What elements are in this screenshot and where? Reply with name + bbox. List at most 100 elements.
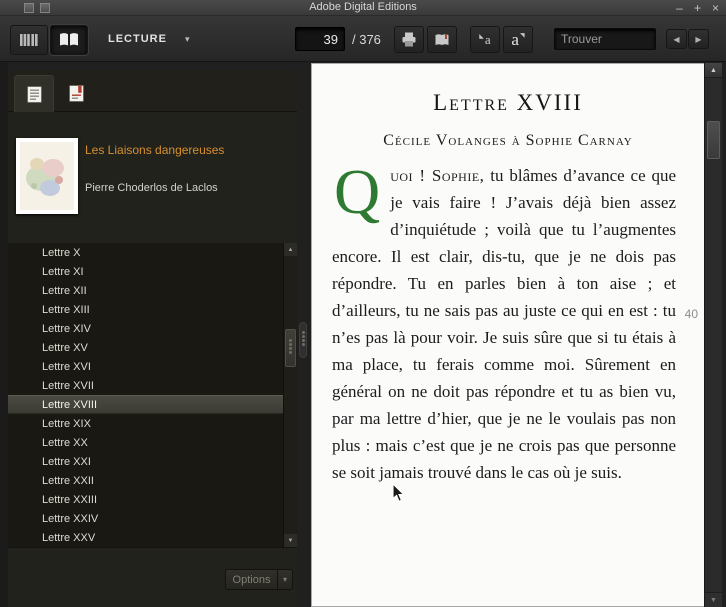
dropcap-letter: Q xyxy=(334,156,381,227)
tab-table-of-contents[interactable] xyxy=(14,75,54,112)
toc-item-label: Lettre X xyxy=(42,246,81,259)
toc-item[interactable]: Lettre XXI xyxy=(8,452,283,471)
chevron-down-icon: ▾ xyxy=(184,33,190,44)
bookmark-button[interactable] xyxy=(427,26,457,53)
page-total-label: / 376 xyxy=(352,31,381,47)
adobe-digital-editions-window: Adobe Digital Editions – + × LECTURE ▾ 3… xyxy=(0,0,726,607)
increase-arrow-icon: ◥ xyxy=(519,33,525,39)
book-bookmark-icon xyxy=(435,33,449,45)
tab-bookmarks[interactable] xyxy=(56,75,96,112)
toc-scroll-down-button[interactable]: ▼ xyxy=(284,534,297,547)
page-scrollbar[interactable]: ▲ ▼ xyxy=(704,63,722,607)
toc-item[interactable]: Lettre XXIII xyxy=(8,490,283,509)
toc-item[interactable]: Lettre XX xyxy=(8,433,283,452)
opening-smallcaps: uoi ! Sophie, xyxy=(390,166,485,185)
grip-dots-icon xyxy=(289,346,292,350)
toc-item[interactable]: Lettre XIII xyxy=(8,300,283,319)
toc-panel: Lettre X Lettre XI Lettre XII Lettre XII… xyxy=(8,243,297,547)
toc-item-label: Lettre XVIII xyxy=(42,398,98,411)
toc-scrollbar-thumb[interactable] xyxy=(285,329,296,367)
window-title: Adobe Digital Editions xyxy=(309,1,417,13)
bookmark-page-icon xyxy=(68,85,84,102)
toc-item[interactable]: Lettre XV xyxy=(8,338,283,357)
toc-item[interactable]: Lettre XII xyxy=(8,281,283,300)
book-author: Pierre Choderlos de Laclos xyxy=(85,182,218,194)
left-arrow-icon: ◀ xyxy=(673,34,680,44)
page-scroll-down-button[interactable]: ▼ xyxy=(705,592,722,607)
toc-item[interactable]: Lettre XIX xyxy=(8,414,283,433)
toc-item-label: Lettre XIX xyxy=(42,417,91,430)
toc-item[interactable]: Lettre XXII xyxy=(8,471,283,490)
panel-splitter[interactable] xyxy=(297,70,311,607)
toc-item[interactable]: Lettre X xyxy=(8,243,283,262)
page-scrollbar-thumb[interactable] xyxy=(707,121,720,159)
page-number: 40 xyxy=(684,307,698,321)
toc-item[interactable]: Lettre XXIV xyxy=(8,509,283,528)
toc-item-label: Lettre XXII xyxy=(42,474,94,487)
print-button[interactable] xyxy=(394,26,424,53)
toc-item[interactable]: Lettre XVI xyxy=(8,357,283,376)
toc-item-label: Lettre XI xyxy=(42,265,84,278)
decrease-font-button[interactable]: ◣ a xyxy=(470,26,500,53)
toc-item-label: Lettre XIV xyxy=(42,322,91,335)
toc-item-label: Lettre XX xyxy=(42,436,88,449)
options-button[interactable]: Options ▾ xyxy=(225,569,293,590)
options-label: Options xyxy=(232,573,271,586)
page-scroll-up-button[interactable]: ▲ xyxy=(705,63,722,78)
page-number-input[interactable] xyxy=(295,27,345,51)
small-letter-a: a xyxy=(484,31,491,47)
toc-item[interactable]: Lettre XIV xyxy=(8,319,283,338)
toc-list: Lettre X Lettre XI Lettre XII Lettre XII… xyxy=(8,243,283,547)
cover-art xyxy=(20,142,74,210)
grip-dots-icon xyxy=(301,338,305,342)
toc-item-label: Lettre XVI xyxy=(42,360,91,373)
previous-result-button[interactable]: ◀ xyxy=(666,29,687,49)
close-button[interactable]: × xyxy=(710,1,721,15)
search-input[interactable] xyxy=(554,28,656,50)
window-controls: – + × xyxy=(674,0,721,16)
maximize-button[interactable]: + xyxy=(692,1,703,15)
toc-item-label: Lettre XXV xyxy=(42,531,96,544)
library-view-button[interactable] xyxy=(10,25,48,55)
left-gutter xyxy=(0,62,8,607)
sidebar-tabs xyxy=(8,70,297,112)
toc-page-icon xyxy=(26,85,42,103)
book-info: Les Liaisons dangereuses Pierre Choderlo… xyxy=(8,112,297,243)
mode-label: LECTURE xyxy=(108,33,167,45)
sidebar: Les Liaisons dangereuses Pierre Choderlo… xyxy=(8,70,297,607)
body-text: Quoi ! Sophie, tu blâmes d’avance ce que… xyxy=(332,156,676,486)
toc-scroll-up-button[interactable]: ▲ xyxy=(284,243,297,256)
sidebar-footer: Options ▾ xyxy=(8,547,297,607)
toc-item-label: Lettre XVII xyxy=(42,379,94,392)
printer-icon xyxy=(402,32,416,47)
toc-item-label: Lettre XIII xyxy=(42,303,90,316)
increase-font-button[interactable]: a ◥ xyxy=(503,26,533,53)
down-arrow-icon: ▼ xyxy=(710,596,717,604)
minimize-button[interactable]: – xyxy=(674,1,685,15)
toc-item-label: Lettre XV xyxy=(42,341,88,354)
chevron-down-icon: ▾ xyxy=(277,570,292,589)
decrease-arrow-icon: ◣ xyxy=(479,34,484,40)
toc-item-label: Lettre XII xyxy=(42,284,87,297)
large-letter-a: a xyxy=(511,29,519,49)
toc-scrollbar[interactable]: ▲ ▼ xyxy=(283,243,297,547)
toc-item[interactable]: Lettre XVIII xyxy=(8,395,283,414)
next-result-button[interactable]: ▶ xyxy=(688,29,709,49)
up-arrow-icon: ▲ xyxy=(287,246,294,253)
mode-selector[interactable]: LECTURE ▾ xyxy=(108,16,189,62)
up-arrow-icon: ▲ xyxy=(710,66,717,74)
right-arrow-icon: ▶ xyxy=(695,34,702,44)
reading-view-button[interactable] xyxy=(50,25,88,55)
toc-item[interactable]: Lettre XXV xyxy=(8,528,283,547)
toc-item-label: Lettre XXI xyxy=(42,455,91,468)
toc-item[interactable]: Lettre XI xyxy=(8,262,283,281)
down-arrow-icon: ▼ xyxy=(287,537,294,544)
toolbar: LECTURE ▾ / 376 ◣ a a ◥ xyxy=(0,16,726,62)
book-title[interactable]: Les Liaisons dangereuses xyxy=(85,143,285,157)
splitter-grip[interactable] xyxy=(299,322,307,358)
book-cover[interactable] xyxy=(16,138,78,214)
toc-item-label: Lettre XXIII xyxy=(42,493,98,506)
toc-item[interactable]: Lettre XVII xyxy=(8,376,283,395)
library-shelf-icon xyxy=(19,34,38,46)
chapter-heading: Lettre XVIII xyxy=(433,90,583,115)
